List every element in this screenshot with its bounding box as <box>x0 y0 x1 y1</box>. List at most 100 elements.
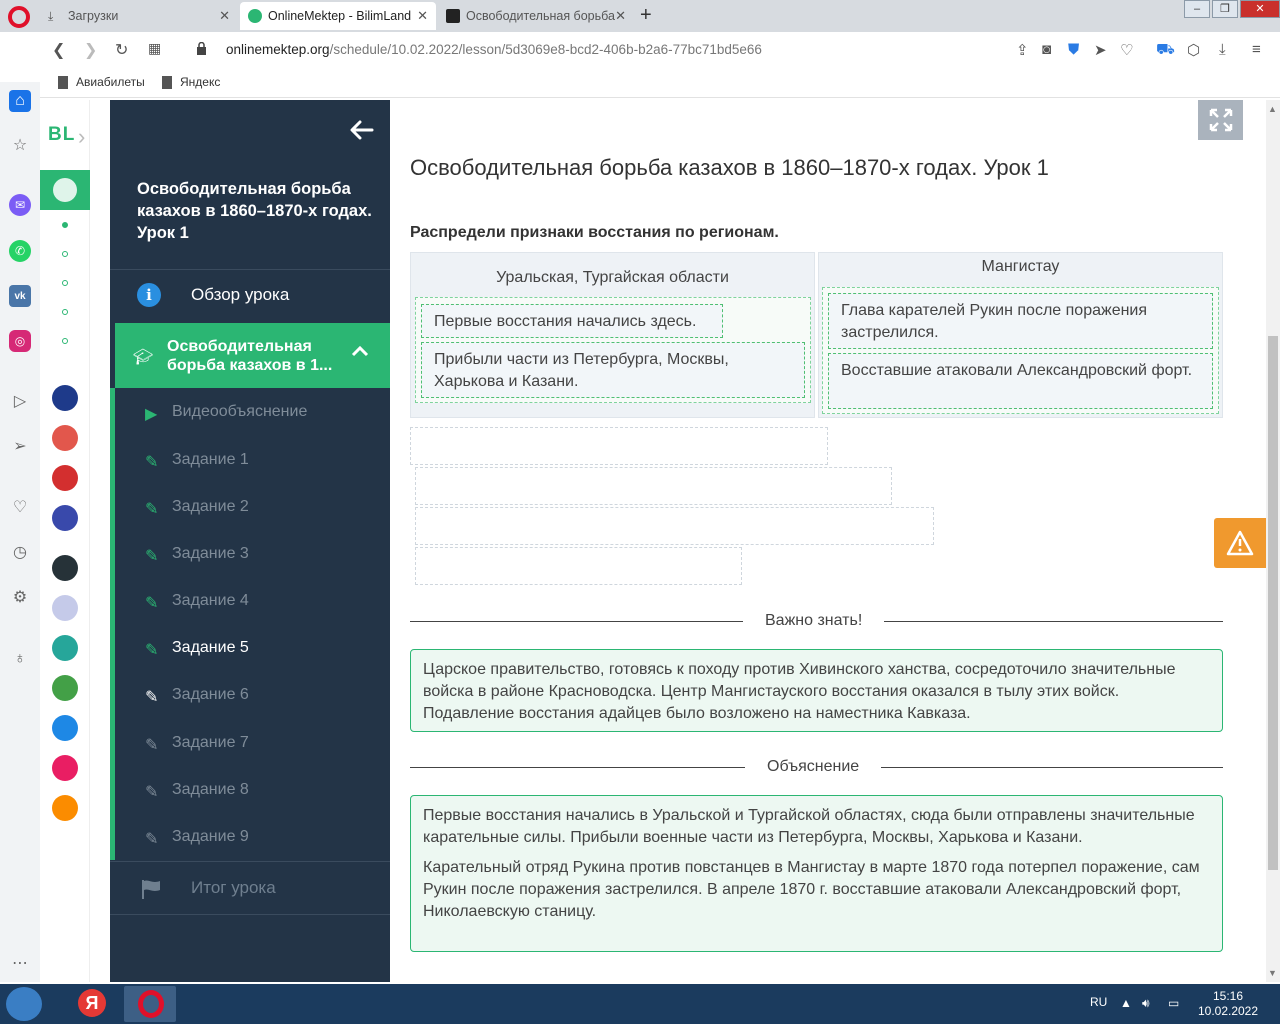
edit-icon: ✎ <box>145 784 159 801</box>
tab-lesson[interactable]: Освободительная борьба ✕ <box>438 2 634 30</box>
sidebar-item-video[interactable]: ▶ Видеообъяснение <box>145 397 385 427</box>
minimize-icon[interactable]: – <box>1184 0 1210 18</box>
gear-icon[interactable]: ⚙ <box>9 586 31 608</box>
cart-icon[interactable]: ⛟ <box>1156 41 1175 60</box>
opera-logo-icon[interactable] <box>8 6 30 28</box>
bilim-shop-icon[interactable] <box>52 465 78 491</box>
camera-icon[interactable]: ◙ <box>1042 41 1051 58</box>
scroll-up-icon[interactable]: ▲ <box>1268 104 1277 114</box>
draggable-card[interactable]: Глава карателей Рукин после поражения за… <box>828 293 1213 349</box>
sidebar-item-task-3[interactable]: ✎ Задание 3 <box>145 539 385 569</box>
network-icon[interactable]: ▭ <box>1168 996 1179 1010</box>
new-tab-icon[interactable]: + <box>640 4 652 27</box>
url-input[interactable]: onlinemektep.org/schedule/10.02.2022/les… <box>226 42 762 57</box>
download-icon: ⤓ <box>48 9 54 23</box>
more-icon[interactable]: ⋯ <box>9 952 31 974</box>
rail-item-onlinemektep[interactable] <box>40 170 90 210</box>
rail-dot[interactable] <box>62 309 68 315</box>
bilimland-app-icon[interactable] <box>52 675 78 701</box>
sidebar-item-overview[interactable]: i Обзор урока <box>110 270 390 322</box>
bilimland-favicon-icon <box>248 9 262 23</box>
whatsapp-icon[interactable]: ✆ <box>9 240 31 262</box>
tabs-grid-icon[interactable]: ▦ <box>148 40 161 57</box>
sidebar-section-active[interactable]: 🎓︎ Освободительная борьба казахов в 1... <box>115 323 390 388</box>
heart-icon[interactable]: ♡ <box>1120 41 1133 59</box>
report-problem-button[interactable] <box>1214 518 1266 568</box>
instagram-icon[interactable]: ◎ <box>9 330 31 352</box>
send-icon[interactable]: ➤ <box>1094 41 1107 59</box>
page-scrollbar[interactable]: ▲ ▼ <box>1266 100 1280 982</box>
close-icon[interactable]: ✕ <box>219 8 230 24</box>
scroll-down-icon[interactable]: ▼ <box>1268 968 1277 978</box>
draggable-card[interactable]: Первые восстания начались здесь. <box>421 304 723 338</box>
volume-icon[interactable]: 🔊︎ <box>1142 996 1150 1011</box>
home-icon[interactable]: ⌂ <box>9 90 31 112</box>
tab-onlinemektep[interactable]: OnlineMektep - BilimLand ✕ <box>240 2 436 30</box>
scroll-thumb[interactable] <box>1268 336 1278 870</box>
tray-arrow-icon[interactable]: ▲ <box>1120 996 1132 1010</box>
tab-downloads[interactable]: ⤓ Загрузки ✕ <box>40 2 238 30</box>
bilimland-logo[interactable]: BL <box>48 124 75 146</box>
share-icon[interactable]: ⇪ <box>1016 41 1029 59</box>
sidebar-item-label: Итог урока <box>191 878 276 897</box>
heart-icon[interactable]: ♡ <box>9 496 31 518</box>
reload-icon[interactable]: ↻ <box>115 40 128 60</box>
back-icon[interactable]: ❮ <box>52 40 65 60</box>
bookmark-avia[interactable]: Авиабилеты <box>58 75 145 89</box>
bookmarks-star-icon[interactable]: ☆ <box>9 134 31 156</box>
chevron-right-icon[interactable]: › <box>78 124 85 150</box>
rail-dot[interactable] <box>62 222 68 228</box>
bilim-app-icon[interactable] <box>52 425 78 451</box>
player-icon[interactable]: ▷ <box>9 390 31 412</box>
twig-app-icon[interactable] <box>52 755 78 781</box>
empty-card-slot <box>415 547 742 585</box>
menu-icon[interactable]: ≡ <box>1252 41 1261 58</box>
sidebar-item-summary[interactable]: Итог урока <box>110 862 390 914</box>
opera-app-icon[interactable] <box>124 986 176 1022</box>
draggable-card[interactable]: Восставшие атаковали Александровский фор… <box>828 353 1213 409</box>
messenger-icon[interactable]: ✉ <box>9 194 31 216</box>
clock[interactable]: 15:16 10.02.2022 <box>1196 989 1260 1019</box>
lightbulb-icon[interactable]: ♁ <box>9 648 31 670</box>
sidebar-item-task-2[interactable]: ✎ Задание 2 <box>145 492 385 522</box>
start-button[interactable] <box>6 987 42 1021</box>
shield-icon[interactable]: ⛊ <box>1068 41 1079 58</box>
bookmark-yandex[interactable]: Яндекс <box>162 75 220 89</box>
sidebar-item-task-4[interactable]: ✎ Задание 4 <box>145 586 385 616</box>
download-icon[interactable]: ⤓ <box>1219 41 1226 58</box>
language-indicator[interactable]: RU <box>1090 995 1107 1009</box>
vk-icon[interactable]: vk <box>9 285 31 307</box>
arrow-left-icon[interactable] <box>348 118 374 142</box>
bilim-app-icon[interactable] <box>52 635 78 661</box>
sidebar-item-task-1[interactable]: ✎ Задание 1 <box>145 445 385 475</box>
close-icon[interactable]: ✕ <box>417 8 428 24</box>
fullscreen-button[interactable] <box>1198 100 1243 140</box>
opera-sidebar: ⌂ ☆ ✉ ✆ vk ◎ ▷ ➢ ♡ ◷ ⚙ ♁ ⋯ <box>0 82 40 982</box>
bilim-app-icon[interactable] <box>52 505 78 531</box>
bilim-app-icon[interactable] <box>52 595 78 621</box>
forward-icon[interactable]: ❯ <box>84 40 97 60</box>
sidebar-item-task-6[interactable]: ✎ Задание 6 <box>145 680 385 710</box>
sidebar-item-task-8[interactable]: ✎ Задание 8 <box>145 775 385 805</box>
history-icon[interactable]: ◷ <box>9 541 31 563</box>
cube-icon[interactable]: ⬡ <box>1187 41 1200 59</box>
rail-dot[interactable] <box>62 251 68 257</box>
task-instruction: Распредели признаки восстания по региона… <box>410 224 779 241</box>
yandex-app-icon[interactable]: Я <box>64 986 116 1022</box>
bilim-app-icon[interactable] <box>52 385 78 411</box>
send-icon[interactable]: ➢ <box>9 435 31 457</box>
sidebar-item-task-7[interactable]: ✎ Задание 7 <box>145 728 385 758</box>
rail-dot[interactable] <box>62 338 68 344</box>
sidebar-item-task-9[interactable]: ✎ Задание 9 <box>145 822 385 852</box>
sidebar-item-task-5[interactable]: ✎ Задание 5 <box>145 633 385 663</box>
rail-dot[interactable] <box>62 280 68 286</box>
smart-nation-icon[interactable] <box>52 555 78 581</box>
window-close-icon[interactable]: ✕ <box>1240 0 1280 18</box>
bilim-app-icon[interactable] <box>52 715 78 741</box>
chevron-up-icon[interactable] <box>351 345 369 357</box>
edit-icon: ✎ <box>145 689 159 706</box>
close-icon[interactable]: ✕ <box>615 8 626 24</box>
maximize-icon[interactable]: ❐ <box>1212 0 1238 18</box>
imagine-app-icon[interactable] <box>52 795 78 821</box>
draggable-card[interactable]: Прибыли части из Петербурга, Москвы, Хар… <box>421 342 805 398</box>
